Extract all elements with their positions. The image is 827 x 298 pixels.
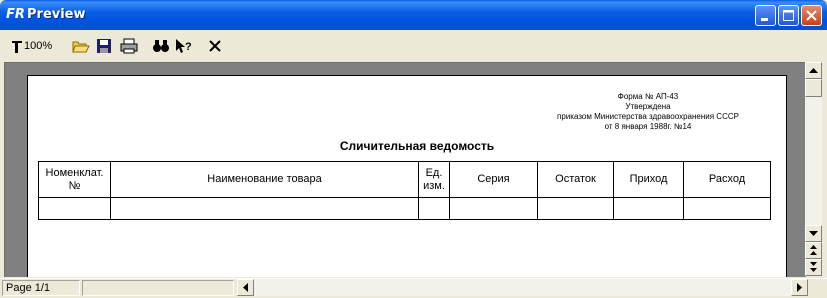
column-header: Расход <box>683 161 771 198</box>
maximize-button[interactable] <box>778 5 799 26</box>
document-title: Сличительная ведомость <box>339 139 495 153</box>
save-icon <box>97 39 111 53</box>
arrow-up-icon <box>809 67 818 73</box>
open-folder-icon <box>72 41 90 53</box>
column-header: Наименование товара <box>110 161 419 198</box>
scroll-right-button[interactable] <box>791 279 808 296</box>
arrow-left-icon <box>242 283 248 292</box>
table-cell <box>38 197 111 220</box>
table-cell <box>110 197 419 220</box>
prev-page-button[interactable] <box>805 242 822 259</box>
find-button[interactable] <box>152 36 170 56</box>
close-icon <box>209 40 221 52</box>
column-header: Номенклат. № <box>38 161 111 198</box>
toolbar: 100% ? <box>0 30 827 60</box>
open-button[interactable] <box>72 36 90 56</box>
svg-text:?: ? <box>185 41 192 53</box>
horizontal-scrollbar[interactable] <box>237 279 808 296</box>
print-icon <box>120 38 138 54</box>
table-cell <box>683 197 771 220</box>
scroll-down-button[interactable] <box>805 225 822 242</box>
table-cell <box>449 197 538 220</box>
table-cell <box>613 197 684 220</box>
minimize-icon <box>761 18 768 21</box>
scroll-up-button[interactable] <box>805 62 822 79</box>
help-pointer-icon: ? <box>176 39 192 53</box>
column-header: Приход <box>613 161 684 198</box>
approved-label: Утверждена <box>625 102 671 111</box>
zoom-icon <box>12 41 22 53</box>
table-row <box>38 197 771 220</box>
minimize-button[interactable] <box>755 5 776 26</box>
find-icon <box>153 40 169 52</box>
double-arrow-up-icon <box>810 245 817 255</box>
close-preview-button[interactable] <box>208 36 222 56</box>
report-table: Номенклат. № Наименование товара Ед. изм… <box>38 161 771 220</box>
column-header: Остаток <box>537 161 614 198</box>
form-number: Форма № АП-43 <box>617 92 679 101</box>
close-window-icon <box>806 10 817 21</box>
arrow-down-icon <box>809 230 818 236</box>
table-cell <box>537 197 614 220</box>
zoom-button[interactable]: 100% <box>10 36 52 56</box>
document-page: Форма № АП-43 Утверждена приказом Минист… <box>27 75 787 277</box>
scroll-thumb[interactable] <box>805 79 822 97</box>
table-cell <box>418 197 450 220</box>
zoom-label: 100% <box>24 40 53 52</box>
ministry-order: приказом Министерства здравоохранения СС… <box>557 112 739 121</box>
title-bar[interactable]: FR Preview <box>0 0 827 30</box>
app-icon: FR <box>6 7 25 22</box>
close-window-button[interactable] <box>801 5 822 26</box>
preview-workspace[interactable]: Форма № АП-43 Утверждена приказом Минист… <box>4 62 806 277</box>
page-indicator: Page 1/1 <box>2 280 80 296</box>
table-header-row: Номенклат. № Наименование товара Ед. изм… <box>38 161 771 198</box>
double-arrow-down-icon <box>810 262 817 272</box>
column-header: Серия <box>449 161 538 198</box>
status-bar: Page 1/1 <box>0 278 827 298</box>
next-page-button[interactable] <box>805 259 822 276</box>
scroll-left-button[interactable] <box>237 279 254 296</box>
maximize-icon <box>783 10 794 21</box>
order-date: от 8 января 1988г. №14 <box>604 122 692 131</box>
help-pointer-button[interactable]: ? <box>175 36 193 56</box>
window-title: Preview <box>27 7 86 22</box>
print-button[interactable] <box>120 36 138 56</box>
vertical-scrollbar[interactable] <box>805 62 822 276</box>
status-panel <box>82 280 234 296</box>
column-header: Ед. изм. <box>418 161 450 198</box>
arrow-right-icon <box>796 283 802 292</box>
save-button[interactable] <box>96 36 112 56</box>
